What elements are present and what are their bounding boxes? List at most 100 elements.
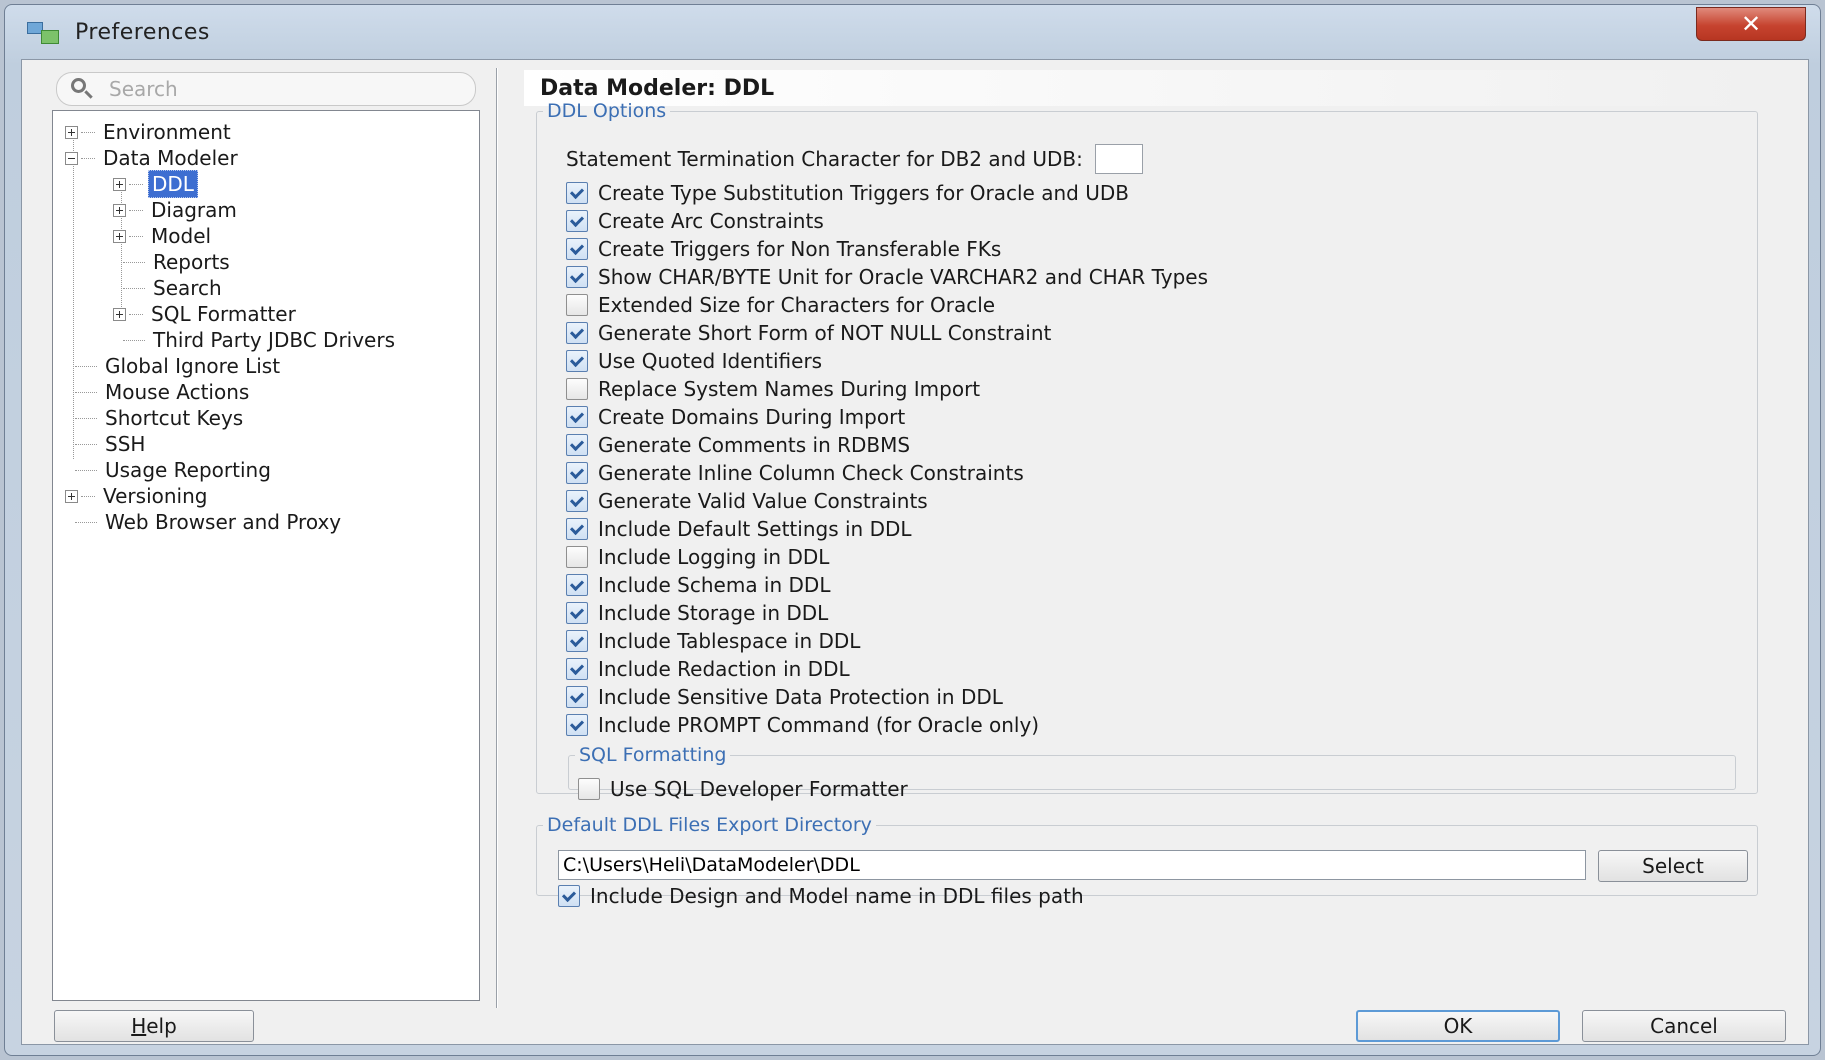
ddl-option-label: Create Triggers for Non Transferable FKs (598, 237, 1002, 261)
ddl-option-row[interactable]: Include Sensitive Data Protection in DDL (566, 684, 1003, 710)
ddl-option-row[interactable]: Generate Valid Value Constraints (566, 488, 928, 514)
tree-item-diagram[interactable]: Diagram (113, 197, 240, 223)
tree-item-environment[interactable]: Environment (65, 119, 234, 145)
ddl-option-checkbox[interactable] (566, 546, 588, 568)
tree-item-ddl[interactable]: DDL (113, 170, 198, 198)
tree-item-reports[interactable]: Reports (113, 249, 233, 275)
ddl-option-row[interactable]: Include Default Settings in DDL (566, 516, 912, 542)
ddl-option-row[interactable]: Generate Inline Column Check Constraints (566, 460, 1024, 486)
ddl-option-label: Create Domains During Import (598, 405, 906, 429)
ddl-option-checkbox[interactable] (566, 658, 588, 680)
ddl-option-checkbox[interactable] (566, 322, 588, 344)
tree-item-data-modeler[interactable]: Data Modeler (65, 145, 241, 171)
ddl-option-row[interactable]: Create Type Substitution Triggers for Or… (566, 180, 1129, 206)
expand-icon[interactable] (65, 125, 78, 139)
ddl-options-legend: DDL Options (547, 100, 667, 122)
ddl-option-checkbox[interactable] (566, 630, 588, 652)
tree-item-global-ignore-list[interactable]: Global Ignore List (65, 353, 283, 379)
ddl-option-checkbox[interactable] (566, 238, 588, 260)
tree-item-label: Environment (103, 120, 231, 144)
tree-item-label: Shortcut Keys (105, 406, 244, 430)
preferences-tree: Environment Data Modeler DDL Diagram Mod… (52, 110, 480, 1001)
tree-item-label: Reports (153, 250, 230, 274)
preferences-app-icon (27, 18, 61, 46)
search-icon (67, 74, 97, 104)
tree-item-usage-reporting[interactable]: Usage Reporting (65, 457, 274, 483)
ddl-option-label: Include Sensitive Data Protection in DDL (598, 685, 1003, 709)
include-design-model-name-checkbox[interactable] (558, 885, 580, 907)
help-label: elp (146, 1014, 177, 1038)
expand-icon[interactable] (113, 229, 126, 243)
ddl-option-row[interactable]: Include Tablespace in DDL (566, 628, 860, 654)
ddl-option-checkbox[interactable] (566, 714, 588, 736)
tree-item-shortcut-keys[interactable]: Shortcut Keys (65, 405, 246, 431)
tree-item-third-party-jdbc-drivers[interactable]: Third Party JDBC Drivers (113, 327, 398, 353)
ddl-option-row[interactable]: Include Storage in DDL (566, 600, 828, 626)
expand-icon[interactable] (65, 489, 78, 503)
tree-item-label: Usage Reporting (105, 458, 271, 482)
ddl-option-checkbox[interactable] (566, 210, 588, 232)
ddl-option-row[interactable]: Extended Size for Characters for Oracle (566, 292, 995, 318)
ddl-option-checkbox[interactable] (566, 518, 588, 540)
tree-item-web-browser-and-proxy[interactable]: Web Browser and Proxy (65, 509, 344, 535)
splitter[interactable] (496, 68, 498, 1008)
ddl-option-row[interactable]: Replace System Names During Import (566, 376, 980, 402)
ddl-option-checkbox[interactable] (566, 182, 588, 204)
search-box[interactable] (56, 72, 476, 106)
tree-item-ssh[interactable]: SSH (65, 431, 148, 457)
close-button[interactable]: ✕ (1696, 7, 1806, 41)
ddl-option-row[interactable]: Generate Comments in RDBMS (566, 432, 910, 458)
export-directory-input[interactable] (558, 850, 1586, 880)
title-bar: Preferences ✕ (5, 5, 1820, 59)
expand-icon[interactable] (113, 307, 126, 321)
ddl-option-checkbox[interactable] (566, 490, 588, 512)
ddl-option-row[interactable]: Create Domains During Import (566, 404, 905, 430)
sql-formatting-legend: SQL Formatting (579, 744, 727, 766)
tree-item-search[interactable]: Search (113, 275, 225, 301)
tree-item-sql-formatter[interactable]: SQL Formatter (113, 301, 299, 327)
ddl-option-checkbox[interactable] (566, 406, 588, 428)
tree-item-label: Search (153, 276, 222, 300)
ddl-option-checkbox[interactable] (566, 378, 588, 400)
ddl-option-checkbox[interactable] (566, 294, 588, 316)
tree-item-versioning[interactable]: Versioning (65, 483, 210, 509)
ddl-option-row[interactable]: Include Schema in DDL (566, 572, 830, 598)
select-directory-button[interactable]: Select (1598, 850, 1748, 882)
ddl-option-label: Include Schema in DDL (598, 573, 831, 597)
ddl-option-checkbox[interactable] (566, 602, 588, 624)
ddl-option-label: Show CHAR/BYTE Unit for Oracle VARCHAR2 … (598, 265, 1208, 289)
tree-item-mouse-actions[interactable]: Mouse Actions (65, 379, 252, 405)
ddl-option-checkbox[interactable] (566, 350, 588, 372)
cancel-button[interactable]: Cancel (1582, 1010, 1786, 1042)
ddl-option-row[interactable]: Create Arc Constraints (566, 208, 824, 234)
include-design-model-name-option[interactable]: Include Design and Model name in DDL fil… (558, 883, 1084, 909)
ddl-option-checkbox[interactable] (566, 686, 588, 708)
tree-item-model[interactable]: Model (113, 223, 214, 249)
tree-item-label: SSH (105, 432, 146, 456)
ddl-option-row[interactable]: Use Quoted Identifiers (566, 348, 822, 374)
tree-item-label: Model (151, 224, 212, 248)
use-sql-developer-formatter-checkbox[interactable] (578, 778, 600, 800)
tree-item-label: Versioning (103, 484, 208, 508)
ok-button[interactable]: OK (1356, 1010, 1560, 1042)
expand-icon[interactable] (113, 203, 126, 217)
preferences-window: Preferences ✕ Environment Data Modeler (4, 4, 1821, 1056)
ddl-option-row[interactable]: Include PROMPT Command (for Oracle only) (566, 712, 1039, 738)
ddl-option-checkbox[interactable] (566, 462, 588, 484)
ddl-option-row[interactable]: Create Triggers for Non Transferable FKs (566, 236, 1001, 262)
expand-icon[interactable] (113, 177, 126, 191)
ddl-option-row[interactable]: Include Logging in DDL (566, 544, 829, 570)
collapse-icon[interactable] (65, 151, 78, 165)
ddl-option-checkbox[interactable] (566, 266, 588, 288)
ddl-option-row[interactable]: Show CHAR/BYTE Unit for Oracle VARCHAR2 … (566, 264, 1208, 290)
ddl-option-row[interactable]: Generate Short Form of NOT NULL Constrai… (566, 320, 1051, 346)
ddl-option-checkbox[interactable] (566, 434, 588, 456)
search-input[interactable] (107, 76, 457, 102)
ddl-option-label: Include Redaction in DDL (598, 657, 850, 681)
termination-character-input[interactable] (1094, 144, 1143, 174)
help-button[interactable]: Help (54, 1010, 254, 1042)
use-sql-developer-formatter-option[interactable]: Use SQL Developer Formatter (578, 776, 908, 802)
ddl-option-label: Include Storage in DDL (598, 601, 829, 625)
ddl-option-checkbox[interactable] (566, 574, 588, 596)
ddl-option-row[interactable]: Include Redaction in DDL (566, 656, 850, 682)
